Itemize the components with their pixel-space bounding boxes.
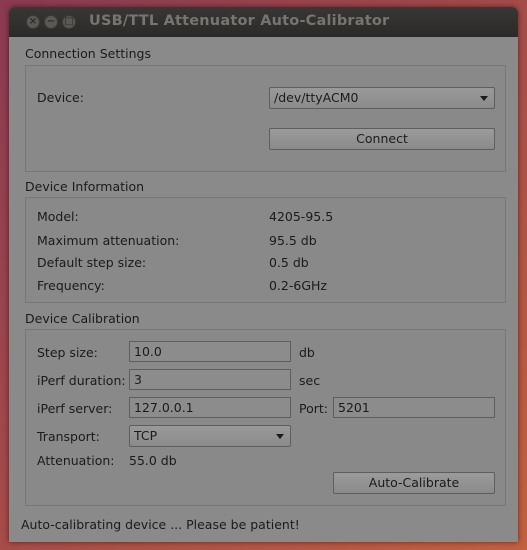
device-calibration-title: Device Calibration (25, 311, 140, 326)
status-bar: Auto-calibrating device ... Please be pa… (21, 517, 300, 532)
maximize-icon: □ (64, 16, 74, 27)
port-label: Port: (299, 401, 328, 416)
iperf-server-input[interactable]: 127.0.0.1 (129, 397, 291, 418)
iperf-duration-unit: sec (299, 373, 321, 388)
transport-label: Transport: (37, 429, 100, 444)
model-value: 4205-95.5 (269, 209, 334, 224)
title-bar: × − □ USB/TTL Attenuator Auto-Calibrator (9, 7, 518, 37)
step-size-unit: db (299, 345, 315, 360)
default-step-label: Default step size: (37, 255, 147, 270)
frequency-value: 0.2-6GHz (269, 278, 327, 293)
step-size-label: Step size: (37, 345, 98, 360)
attenuation-label: Attenuation: (37, 453, 115, 468)
device-label: Device: (37, 90, 84, 105)
max-attenuation-label: Maximum attenuation: (37, 233, 180, 248)
connection-settings-group: Device: /dev/ttyACM0 Connect (25, 65, 506, 172)
auto-calibrate-button[interactable]: Auto-Calibrate (333, 472, 495, 494)
window-close-button[interactable]: × (26, 15, 40, 29)
chevron-down-icon (480, 96, 488, 101)
window-title: USB/TTL Attenuator Auto-Calibrator (89, 13, 390, 29)
connect-button[interactable]: Connect (269, 128, 495, 150)
device-information-group: Model: 4205-95.5 Maximum attenuation: 95… (25, 197, 506, 303)
transport-select-value: TCP (134, 428, 158, 443)
connection-settings-title: Connection Settings (25, 46, 151, 61)
transport-select[interactable]: TCP (129, 425, 291, 447)
iperf-server-label: iPerf server: (37, 401, 113, 416)
device-calibration-group: Step size: 10.0 db iPerf duration: 3 sec… (25, 329, 506, 506)
close-icon: × (28, 16, 38, 27)
window-maximize-button[interactable]: □ (62, 15, 76, 29)
app-window: × − □ USB/TTL Attenuator Auto-Calibrator… (9, 7, 518, 542)
iperf-duration-label: iPerf duration: (37, 373, 126, 388)
max-attenuation-value: 95.5 db (269, 233, 317, 248)
device-information-title: Device Information (25, 179, 145, 194)
default-step-value: 0.5 db (269, 255, 309, 270)
attenuation-value: 55.0 db (129, 453, 177, 468)
step-size-input[interactable]: 10.0 (129, 341, 291, 362)
iperf-duration-input[interactable]: 3 (129, 369, 291, 390)
chevron-down-icon (276, 434, 284, 439)
frequency-label: Frequency: (37, 278, 105, 293)
port-input[interactable]: 5201 (333, 397, 495, 418)
model-label: Model: (37, 209, 79, 224)
device-select[interactable]: /dev/ttyACM0 (269, 87, 495, 109)
minimize-icon: − (46, 16, 56, 27)
window-minimize-button[interactable]: − (44, 15, 58, 29)
device-select-value: /dev/ttyACM0 (274, 90, 359, 105)
